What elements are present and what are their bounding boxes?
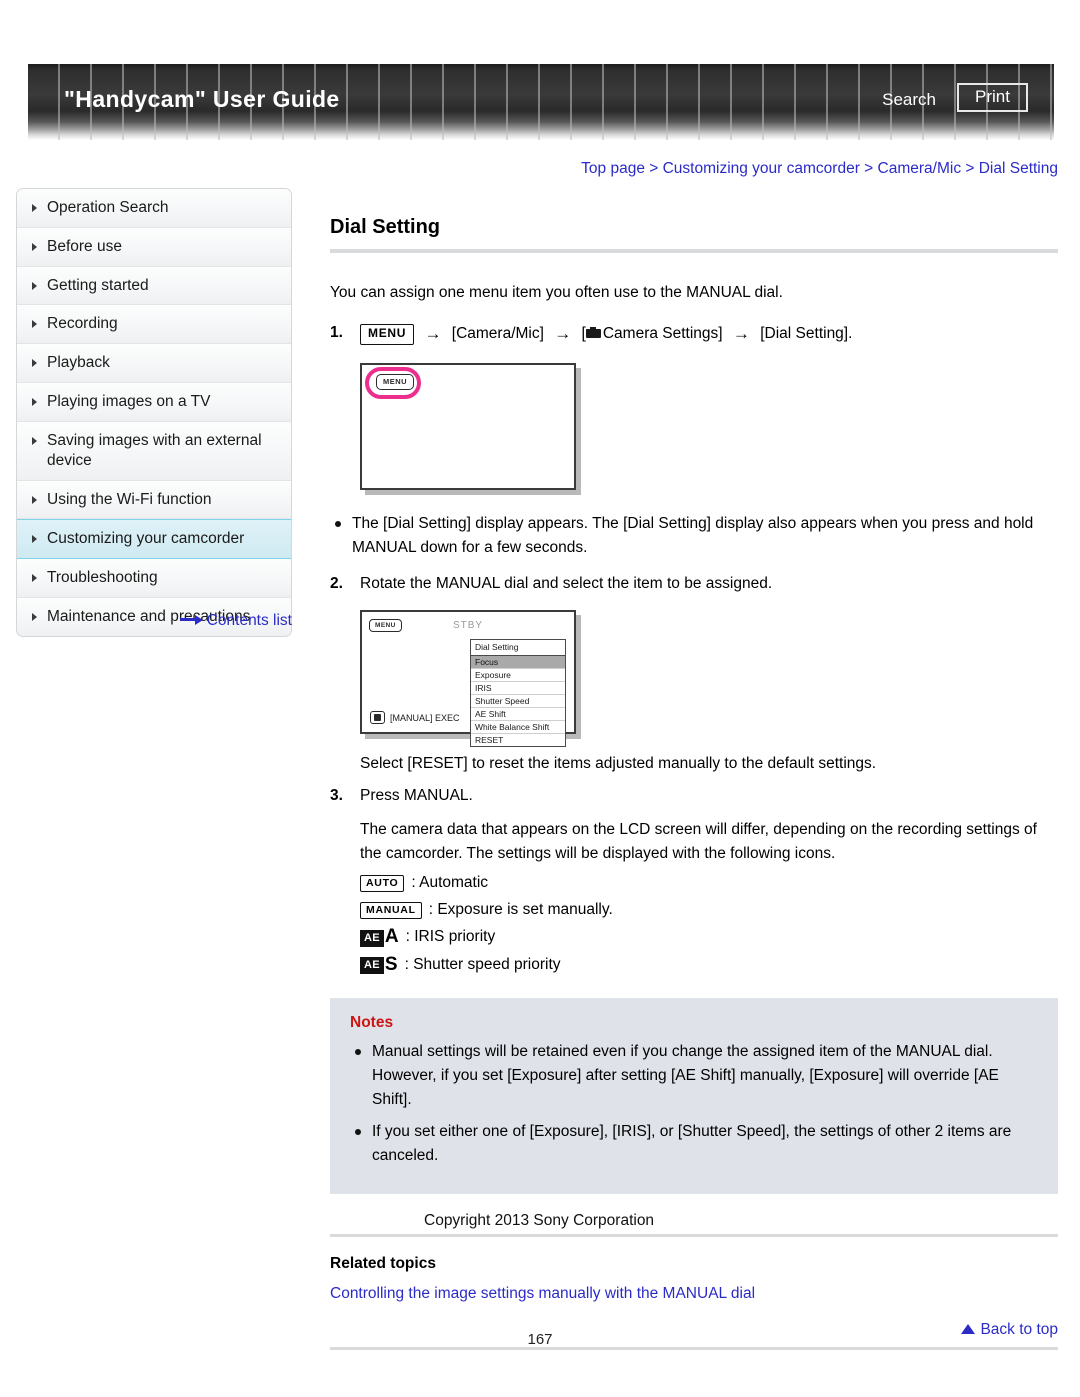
arrow-right-icon: → xyxy=(732,324,750,344)
sidebar-item-label: Recording xyxy=(47,315,118,333)
notes-box: Notes Manual settings will be retained e… xyxy=(330,997,1058,1194)
lcd-footer: [MANUAL] EXEC xyxy=(370,711,460,725)
legend-iris-desc: : IRIS priority xyxy=(405,928,496,946)
sidebar-item-recording[interactable]: Recording xyxy=(17,305,291,345)
sidebar-item-operation-search[interactable]: Operation Search xyxy=(17,189,291,228)
sidebar-item-label: Troubleshooting xyxy=(47,569,158,587)
exec-button-icon xyxy=(370,711,385,725)
step-1-dial-setting: [Dial Setting]. xyxy=(760,325,853,343)
print-button[interactable]: Print xyxy=(957,83,1028,112)
step-1-number: 1. xyxy=(330,324,343,342)
lcd-footer-text: [MANUAL] EXEC xyxy=(390,712,460,723)
notes-item: Manual settings will be retained even if… xyxy=(350,1040,1038,1112)
legend-row-ae-s: AE S : Shutter speed priority xyxy=(330,953,1058,975)
sidebar-item-getting-started[interactable]: Getting started xyxy=(17,266,291,306)
notes-item: If you set either one of [Exposure], [IR… xyxy=(350,1120,1038,1168)
sidebar-item-label: Playback xyxy=(47,354,110,372)
callout-highlight-circle xyxy=(365,367,421,400)
intro-text: You can assign one menu item you often u… xyxy=(330,284,783,301)
auto-badge-icon: AUTO xyxy=(360,874,405,892)
manual-badge-icon: MANUAL xyxy=(360,901,422,919)
lcd-menu-item-reset: RESET xyxy=(475,735,504,746)
sidebar-item-before-use[interactable]: Before use xyxy=(17,227,291,267)
step-3-detail: The camera data that appears on the LCD … xyxy=(360,821,1037,863)
sidebar-item-using-wifi-function[interactable]: Using the Wi-Fi function xyxy=(17,480,291,520)
step-1-camera-settings: Camera Settings] xyxy=(602,325,723,343)
header-banner: "Handycam" User Guide Search Print xyxy=(28,64,1054,140)
copyright-text: Copyright 2013 Sony Corporation xyxy=(424,1212,655,1229)
sidebar-nav: Operation Search Before use Getting star… xyxy=(16,188,292,637)
note-dial-setting-display: The [Dial Setting] display appears. The … xyxy=(330,512,1058,560)
related-topics-title: Related topics xyxy=(330,1254,436,1272)
ae-label: AE xyxy=(360,929,384,947)
step-1: 1. MENU → [Camera/Mic] → [Camera Setting… xyxy=(330,321,1058,347)
notes-title: Notes xyxy=(350,1013,394,1031)
lcd-menu-list: Dial Setting Focus Exposure IRIS Shutter… xyxy=(470,639,566,748)
sidebar-item-label: Playing images on a TV xyxy=(47,393,211,411)
step-2: 2. Rotate the MANUAL dial and select the… xyxy=(330,572,1058,596)
sidebar-item-label: Operation Search xyxy=(47,199,169,216)
legend-row-ae-a: AE A : IRIS priority xyxy=(330,926,1058,948)
sidebar-item-label: Getting started xyxy=(47,276,149,294)
legend-manual-desc: : Exposure is set manually. xyxy=(428,901,613,919)
sidebar-item-label: Saving images with an external device xyxy=(47,431,262,469)
search-link[interactable]: Search xyxy=(882,90,936,110)
sidebar-item-saving-images-external-device[interactable]: Saving images with an external device xyxy=(17,421,291,481)
step-3-number: 3. xyxy=(330,787,343,805)
step-1-camera-mic: [Camera/Mic] xyxy=(451,325,544,343)
lcd-menu-list-header: Dial Setting xyxy=(471,640,565,657)
step-3-text: Press MANUAL. xyxy=(360,787,473,805)
page-number: 167 xyxy=(527,1331,553,1348)
legend-shutter-desc: : Shutter speed priority xyxy=(404,955,561,973)
step-2-text: Rotate the MANUAL dial and select the it… xyxy=(360,575,773,593)
step-3: 3. Press MANUAL. xyxy=(330,784,1058,808)
contents-list-label: Contents list xyxy=(206,612,292,629)
legend-row-manual: MANUAL : Exposure is set manually. xyxy=(330,901,1058,919)
lcd-menu-item-iris: IRIS xyxy=(471,682,565,696)
related-topic-link[interactable]: Controlling the image settings manually … xyxy=(330,1285,1058,1303)
legend-auto-desc: : Automatic xyxy=(411,874,489,892)
ae-label: AE xyxy=(360,956,384,974)
lcd-menu-item-focus: Focus xyxy=(471,656,565,670)
sidebar-item-label: Using the Wi-Fi function xyxy=(47,490,212,508)
lcd-menu-item-exposure: Exposure xyxy=(471,669,565,683)
sidebar-item-label: Customizing your camcorder xyxy=(47,530,245,548)
lcd-menu-item-white-balance-shift: White Balance Shift xyxy=(471,721,565,735)
page-title: Dial Setting xyxy=(330,216,441,238)
reset-note-text: Select [RESET] to reset the items adjust… xyxy=(360,755,877,773)
arrow-right-icon: → xyxy=(424,324,442,344)
ae-mode-letter: S xyxy=(384,953,398,975)
title-divider xyxy=(330,249,1058,253)
sidebar-item-playback[interactable]: Playback xyxy=(17,344,291,384)
lcd-menu-item-shutter-speed: Shutter Speed xyxy=(471,695,565,709)
sidebar-item-customizing-your-camcorder[interactable]: Customizing your camcorder xyxy=(17,519,291,560)
legend-row-auto: AUTO : Automatic xyxy=(330,874,1058,892)
camera-settings-icon xyxy=(585,327,601,339)
contents-list-link[interactable]: Contents list xyxy=(16,612,292,630)
arrow-right-icon xyxy=(179,614,204,625)
menu-key-icon: MENU xyxy=(360,324,415,345)
ae-s-badge-icon: AE S xyxy=(360,953,398,975)
sidebar-item-playing-images-on-a-tv[interactable]: Playing images on a TV xyxy=(17,383,291,422)
lcd-screenshot-menu: MENU xyxy=(360,363,576,491)
lcd-menu-item-ae-shift: AE Shift xyxy=(471,708,565,722)
related-divider xyxy=(330,1233,1058,1237)
app-title: "Handycam" User Guide xyxy=(64,86,340,112)
arrow-right-icon: → xyxy=(554,324,572,344)
lcd-screenshot-dial-setting-menu: MENU STBY Dial Setting Focus Exposure IR… xyxy=(360,610,576,748)
sidebar-item-troubleshooting[interactable]: Troubleshooting xyxy=(17,559,291,599)
step-2-number: 2. xyxy=(330,575,343,593)
main-content: Top page > Customizing your camcorder > … xyxy=(330,160,1058,1350)
ae-a-badge-icon: AE A xyxy=(360,926,399,948)
sidebar-item-label: Before use xyxy=(47,237,122,255)
page-root: "Handycam" User Guide Search Print Opera… xyxy=(0,0,1080,1397)
ae-mode-letter: A xyxy=(384,926,399,948)
lcd-status-text: STBY xyxy=(452,620,484,632)
breadcrumb[interactable]: Top page > Customizing your camcorder > … xyxy=(330,160,1058,178)
step-1-body: MENU → [Camera/Mic] → [Camera Settings] … xyxy=(360,321,1058,347)
